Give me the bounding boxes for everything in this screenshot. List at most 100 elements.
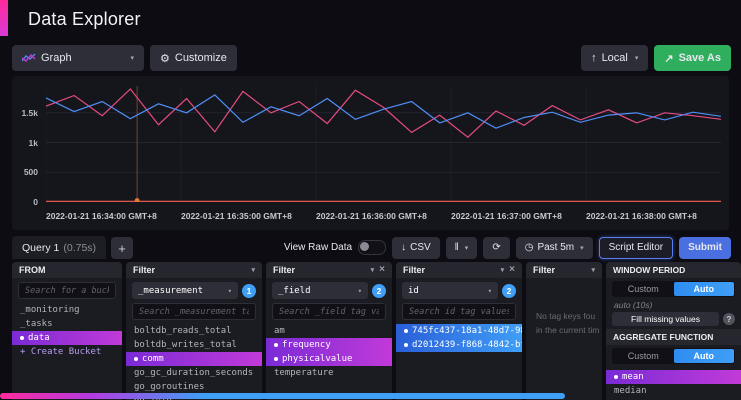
chevron-down-icon[interactable]: ▾ xyxy=(251,266,255,274)
list-item[interactable]: median xyxy=(606,384,741,398)
list-item-label: _tasks xyxy=(20,319,53,329)
from-panel-body: _monitoring _tasksdata + Create Bucket xyxy=(12,278,122,400)
plot-area[interactable] xyxy=(46,86,721,202)
list-item[interactable]: data xyxy=(12,331,122,345)
script-editor-button[interactable]: Script Editor xyxy=(599,237,673,259)
window-period-panel: WINDOW PERIOD Custom Auto auto (10s) Fil… xyxy=(606,262,741,400)
chart-canvas xyxy=(46,86,721,202)
aggregate-auto-option[interactable]: Auto xyxy=(674,349,735,363)
tag-key-dropdown[interactable]: id ▾ xyxy=(402,282,498,299)
list-item[interactable]: go_goroutines xyxy=(126,380,262,394)
list-item[interactable]: frequency xyxy=(266,338,392,352)
x-tick-label: 2022-01-21 16:38:00 GMT+8 xyxy=(586,211,697,221)
selected-count-badge: 1 xyxy=(242,284,256,298)
chevron-down-icon: ▾ xyxy=(488,287,492,295)
filter-panel-field: Filter ▾ × _field ▾ 2 amfrequencyphysica… xyxy=(266,262,392,400)
selected-dot-icon xyxy=(274,357,278,361)
tag-value-search-input[interactable] xyxy=(402,303,516,320)
customize-button[interactable]: ⚙ Customize xyxy=(150,45,237,71)
list-item[interactable]: go_gc_duration_seconds xyxy=(126,366,262,380)
list-item[interactable]: 745fc437-18a1-48d7-98a6-7… xyxy=(396,324,522,338)
list-item-label: median xyxy=(614,386,647,396)
time-range-label: Past 5m xyxy=(537,242,574,253)
x-tick-label: 2022-01-21 16:34:00 GMT+8 xyxy=(46,211,157,221)
selected-dot-icon xyxy=(614,375,618,379)
filter-panel-body: No tag keys fou in the current tim xyxy=(526,278,602,400)
from-panel-header: FROM xyxy=(12,262,122,278)
time-range-dropdown[interactable]: ◷ Past 5m ▾ xyxy=(516,237,593,259)
chevron-down-icon[interactable]: ▾ xyxy=(371,266,375,274)
list-item[interactable]: _tasks xyxy=(12,317,122,331)
close-icon[interactable]: × xyxy=(379,265,385,275)
fill-missing-values-toggle[interactable]: Fill missing values xyxy=(612,312,719,326)
selected-dot-icon xyxy=(274,343,278,347)
window-custom-option[interactable]: Custom xyxy=(613,282,674,296)
list-item-label: physicalvalue xyxy=(282,354,352,364)
pause-button[interactable]: ‖ ▾ xyxy=(446,237,478,259)
y-tick-label: 1k xyxy=(29,138,38,148)
local-dropdown[interactable]: ↑ Local ▾ xyxy=(581,45,648,71)
tag-value-search-input[interactable] xyxy=(272,303,386,320)
pause-icon: ‖ xyxy=(455,242,459,253)
tag-value-list: amfrequency physicalvalue temperature xyxy=(266,324,392,380)
empty-state-line1: No tag keys fou xyxy=(536,310,596,324)
chevron-down-icon[interactable]: ▾ xyxy=(591,266,595,274)
chevron-down-icon[interactable]: ▾ xyxy=(501,266,505,274)
upload-arrow-icon: ↑ xyxy=(591,52,597,64)
list-item[interactable]: am xyxy=(266,324,392,338)
selected-dot-icon xyxy=(404,343,408,347)
selected-count-badge: 2 xyxy=(372,284,386,298)
horizontal-scrollbar[interactable] xyxy=(0,393,565,399)
x-tick-label: 2022-01-21 16:36:00 GMT+8 xyxy=(316,211,427,221)
list-item[interactable]: d2012439-f868-4842-bfef-8… xyxy=(396,338,522,352)
list-item[interactable]: mean xyxy=(606,370,741,384)
view-raw-data-toggle[interactable] xyxy=(358,240,386,255)
list-item-label: boltdb_reads_total xyxy=(134,326,232,336)
refresh-button[interactable]: ⟳ xyxy=(483,237,509,259)
tag-key-dropdown[interactable]: _field ▾ xyxy=(272,282,368,299)
list-item-label: comm xyxy=(142,354,164,364)
nav-rail[interactable] xyxy=(0,0,8,36)
window-auto-option[interactable]: Auto xyxy=(674,282,735,296)
list-item[interactable]: temperature xyxy=(266,366,392,380)
submit-button[interactable]: Submit xyxy=(679,237,731,259)
query-tab[interactable]: Query 1 (0.75s) xyxy=(12,236,106,259)
empty-state-line2: in the current tim xyxy=(536,324,596,338)
list-item-label: go_goroutines xyxy=(134,382,204,392)
filter-panel-body: id ▾ 2 745fc437-18a1-48d7-98a6-7…d201243… xyxy=(396,278,522,400)
tag-value-list: 745fc437-18a1-48d7-98a6-7… d2012439-f868-… xyxy=(396,324,522,352)
aggregate-custom-option[interactable]: Custom xyxy=(613,349,674,363)
window-auto-value: auto (10s) xyxy=(612,300,735,309)
list-item[interactable]: comm xyxy=(126,352,262,366)
download-csv-button[interactable]: ↓ CSV xyxy=(392,237,440,259)
page-title: Data Explorer xyxy=(28,9,141,30)
list-item-label: temperature xyxy=(274,368,334,378)
list-item[interactable]: boltdb_reads_total xyxy=(126,324,262,338)
bucket-search-input[interactable] xyxy=(18,282,116,299)
from-panel-title: FROM xyxy=(19,265,46,275)
y-tick-label: 1.5k xyxy=(21,108,38,118)
help-icon[interactable]: ? xyxy=(723,313,735,325)
x-tick-label: 2022-01-21 16:37:00 GMT+8 xyxy=(451,211,562,221)
view-type-dropdown[interactable]: Graph ▾ xyxy=(12,45,144,71)
list-item-label: boltdb_writes_total xyxy=(134,340,237,350)
chevron-down-icon: ▾ xyxy=(465,244,469,252)
list-item[interactable]: physicalvalue xyxy=(266,352,392,366)
list-item[interactable]: boltdb_writes_total xyxy=(126,338,262,352)
selected-dot-icon xyxy=(134,357,138,361)
y-tick-label: 0 xyxy=(33,197,38,207)
aggregate-function-title: AGGREGATE FUNCTION xyxy=(606,329,741,345)
query-bar: Query 1 (0.75s) + View Raw Data ↓ CSV ‖ … xyxy=(12,235,731,259)
list-item-label: data xyxy=(28,333,50,343)
y-tick-label: 500 xyxy=(24,167,38,177)
list-item-label: d2012439-f868-4842-bfef-8… xyxy=(412,340,522,350)
from-panel: FROM _monitoring _tasksdata + Create Bucke… xyxy=(12,262,122,400)
toolbar-right-group: ↑ Local ▾ ↗ Save As xyxy=(581,45,731,71)
save-as-button[interactable]: ↗ Save As xyxy=(654,45,731,71)
add-query-button[interactable]: + xyxy=(111,237,133,259)
close-icon[interactable]: × xyxy=(509,265,515,275)
tag-value-search-input[interactable] xyxy=(132,303,256,320)
list-item[interactable]: _monitoring xyxy=(12,303,122,317)
list-item[interactable]: + Create Bucket xyxy=(12,345,122,359)
tag-key-dropdown[interactable]: _measurement ▾ xyxy=(132,282,238,299)
